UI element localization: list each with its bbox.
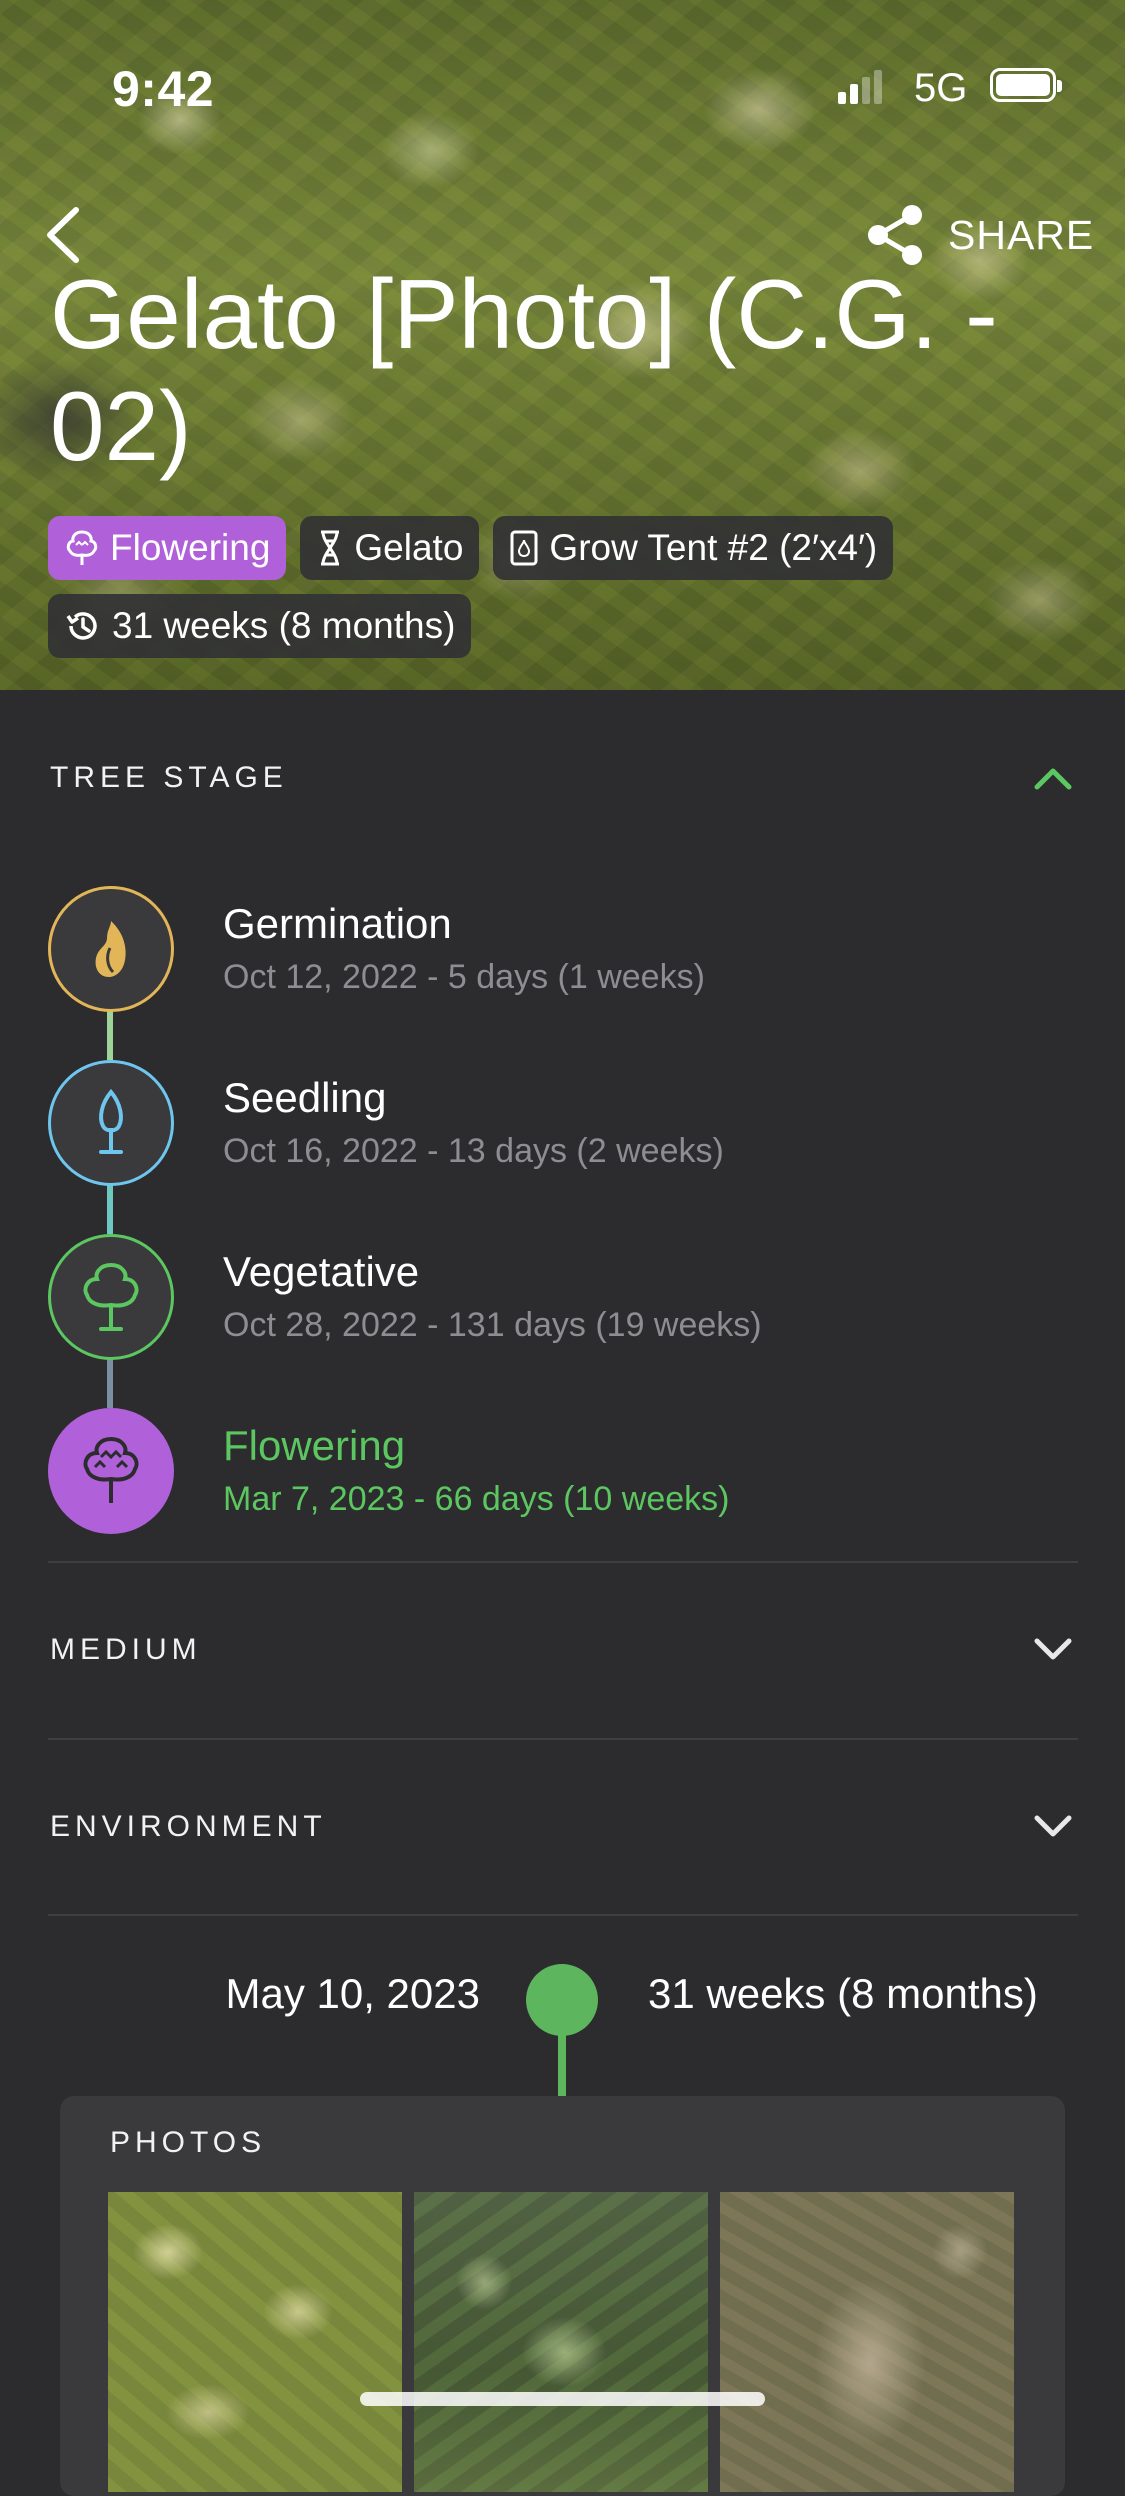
grow-tent-icon [510, 530, 538, 566]
timeline-age: 31 weeks (8 months) [648, 1970, 1038, 2017]
medium-header[interactable]: MEDIUM [50, 1620, 1075, 1680]
photos-card: PHOTOS [60, 2096, 1065, 2496]
timeline-date: May 10, 2023 [225, 1970, 480, 2017]
chevron-up-icon [1034, 768, 1072, 790]
tag-stage[interactable]: Flowering [48, 516, 287, 580]
tag-strain-label: Gelato [354, 527, 464, 568]
photo-thumbnail[interactable] [720, 2192, 1014, 2492]
divider [48, 1914, 1078, 1916]
tag-age-label: 31 weeks (8 months) [112, 605, 456, 646]
chevron-down-icon [1034, 1815, 1072, 1837]
dna-icon [321, 530, 340, 566]
timeline-dot [526, 1964, 598, 2036]
stage-dates: Oct 16, 2022 - 13 days (2 weeks) [223, 1132, 724, 1170]
flowering-tree-icon [66, 530, 98, 565]
chevron-down-icon [1034, 1638, 1072, 1660]
stage-germination[interactable]: Germination Oct 12, 2022 - 5 days (1 wee… [48, 886, 1078, 1012]
network-type: 5G [914, 66, 968, 110]
history-icon [66, 612, 97, 640]
tag-age[interactable]: 31 weeks (8 months) [48, 594, 472, 658]
flowering-tree-icon [48, 1408, 174, 1534]
divider [48, 1738, 1078, 1740]
timeline-line [558, 2030, 566, 2098]
stage-seedling[interactable]: Seedling Oct 16, 2022 - 13 days (2 weeks… [48, 1060, 1078, 1186]
home-indicator[interactable] [360, 2392, 765, 2406]
share-icon [868, 205, 922, 265]
vegetative-tree-icon [48, 1234, 174, 1360]
tag-stage-label: Flowering [110, 527, 271, 568]
stage-name: Germination [223, 900, 452, 947]
stage-dates: Oct 12, 2022 - 5 days (1 weeks) [223, 958, 705, 996]
tag-strain[interactable]: Gelato [300, 516, 480, 580]
share-label: SHARE [948, 211, 1095, 258]
cellular-signal-icon [838, 70, 882, 104]
photos-title: PHOTOS [110, 2126, 267, 2159]
environment-title: ENVIRONMENT [50, 1810, 327, 1843]
stage-dates: Mar 7, 2023 - 66 days (10 weeks) [223, 1480, 730, 1518]
photo-thumbnail[interactable] [108, 2192, 402, 2492]
tag-location[interactable]: Grow Tent #2 (2′x4′) [493, 516, 894, 580]
stage-name: Flowering [223, 1422, 406, 1469]
environment-header[interactable]: ENVIRONMENT [50, 1797, 1075, 1857]
germination-icon [48, 886, 174, 1012]
stage-dates: Oct 28, 2022 - 131 days (19 weeks) [223, 1306, 762, 1344]
tree-stage-title: TREE STAGE [50, 761, 288, 794]
stage-connector [107, 1184, 113, 1234]
plant-tags: Flowering Gelato Grow Tent #2 (2′x4′) 31… [48, 516, 1088, 658]
status-bar: 9:42 5G [0, 0, 1125, 180]
medium-title: MEDIUM [50, 1633, 202, 1666]
stage-flowering[interactable]: Flowering Mar 7, 2023 - 66 days (10 week… [48, 1408, 1078, 1534]
status-time: 9:42 [112, 61, 215, 117]
stage-name: Vegetative [223, 1248, 420, 1295]
stage-vegetative[interactable]: Vegetative Oct 28, 2022 - 131 days (19 w… [48, 1234, 1078, 1360]
battery-icon [990, 68, 1062, 102]
tree-stage-header[interactable]: TREE STAGE [50, 748, 1075, 808]
stage-connector [107, 1010, 113, 1060]
stage-name: Seedling [223, 1074, 387, 1121]
stage-connector [107, 1358, 113, 1408]
seedling-icon [48, 1060, 174, 1186]
plant-title: Gelato [Photo] (C.G. - 02) [50, 259, 998, 481]
divider [48, 1561, 1078, 1563]
tag-location-label: Grow Tent #2 (2′x4′) [549, 527, 878, 568]
photo-thumbnail[interactable] [414, 2192, 708, 2492]
